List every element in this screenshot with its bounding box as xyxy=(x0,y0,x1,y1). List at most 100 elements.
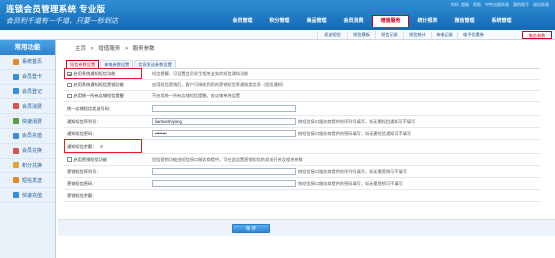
sidebar-item-label: 短信发送 xyxy=(22,177,43,184)
marketing-sms-password-input[interactable] xyxy=(152,180,296,187)
sidebar-item-quick-consume[interactable]: 快速消费 xyxy=(0,114,55,129)
toplink-account[interactable]: 我的账号 xyxy=(513,2,529,8)
notify-sms-password-input[interactable]: •••••••• xyxy=(152,130,296,137)
tab-message-params[interactable]: 信息发送参数设置 xyxy=(134,60,176,68)
form-row: 启用系统通知短信营销功能 启用短信营销后，客户可接收到您的营销短信等通知类信息（… xyxy=(64,80,540,91)
settings-tabs: 短信参数设置 来电参数设置 信息发送参数设置 xyxy=(66,60,177,68)
notify-sms-serial-input[interactable]: liantuoshiyong xyxy=(152,118,296,125)
breadcrumb-home[interactable]: 主页 xyxy=(75,46,86,52)
nav-points-management[interactable]: 积分管理 xyxy=(261,15,298,27)
sub-nav: 发送短信 短信模板 短信记录 短信统计 来电记录 电子优惠券 服务参数 xyxy=(0,30,555,40)
users-icon xyxy=(13,88,19,95)
sidebar-item-sms-send[interactable]: 短信发送 xyxy=(0,173,55,189)
notify-sms-password-label: 通知短信密码： xyxy=(67,130,97,136)
row-description: 按短信接口服务商提供的序列号填写，如无需短信通知可不填写 xyxy=(298,118,416,124)
sidebar-item-member-exchange[interactable]: 会员兑换 xyxy=(0,144,55,159)
toplink-greeting: 你好, 超级 xyxy=(450,2,469,7)
unified-store-reminder-option[interactable]: 启用统一所有店铺短信提醒 xyxy=(67,91,124,101)
subnav-sms-template[interactable]: 短信模板 xyxy=(347,31,375,39)
marketing-sms-serial-label: 营销短信序列号： xyxy=(67,168,101,174)
sidebar-item-member-register[interactable]: 会员登记 xyxy=(0,85,55,100)
row-description: 按短信接口服务商提供的密码填写，如无需短信通知可不填写 xyxy=(298,130,412,136)
subnav-send-sms[interactable]: 发送短信 xyxy=(317,31,347,39)
nav-goods-management[interactable]: 商品管理 xyxy=(298,15,335,27)
top-links: 你好, 超级 帮助 中性加盟系统 我的账号 退出系统 xyxy=(451,2,549,8)
highlight-box-enable-sms xyxy=(64,68,142,79)
gift-icon xyxy=(13,147,19,154)
sidebar-item-label: 快速消费 xyxy=(22,118,43,125)
form-row: 营销短信序列号： 按短信接口服务商提供的序列号填写，如无需营销可不填写 xyxy=(64,166,540,178)
sidebar-item-card-register[interactable]: 会员登卡 xyxy=(0,70,55,85)
sidebar-item-label: 会员登记 xyxy=(22,88,43,95)
sidebar-item-quick-recharge[interactable]: 快速充值 xyxy=(0,188,55,203)
enable-marketing-notify-option[interactable]: 启用系统通知短信营销功能 xyxy=(67,80,124,90)
card-icon xyxy=(13,132,19,139)
nav-wechat-management[interactable]: 微信管理 xyxy=(446,15,483,27)
sidebar-item-label: 会员登卡 xyxy=(22,74,43,81)
row-description: 启用短信营销后，客户可接收到您的营销短信等通知类信息（短信通知） xyxy=(152,82,287,87)
toplink-franchise[interactable]: 中性加盟系统 xyxy=(485,2,509,8)
marketing-sms-serial-input[interactable] xyxy=(152,168,296,175)
sidebar-title: 常用功能 xyxy=(0,40,55,55)
cart-icon xyxy=(13,103,19,110)
nav-member-management[interactable]: 会员管理 xyxy=(224,15,261,27)
unified-sms-number-input[interactable] xyxy=(152,105,296,112)
form-row: 启用统一所有店铺短信提醒 不启用统一所有店铺短信提醒，各店铺单独设置 xyxy=(64,91,540,102)
breadcrumb-section[interactable]: 增值服务 xyxy=(98,46,120,52)
sidebar-item-member-consume[interactable]: 会员消费 xyxy=(0,99,55,115)
sidebar: 常用功能 系统首页 会员登卡 会员登记 会员消费 快速消费 会员充值 会员兑换 … xyxy=(0,40,56,258)
unified-sms-number-label: 统一店铺短信发送号码： xyxy=(67,105,114,111)
sidebar-item-label: 会员兑换 xyxy=(22,148,43,155)
enable-marketing-sms-option[interactable]: 启用营销短信功能 xyxy=(67,154,107,165)
brand: 连锁会员管理系统 专业版 会员利千道有一千道、只要一秒到达 xyxy=(6,3,118,26)
app-header: 连锁会员管理系统 专业版 会员利千道有一千道、只要一秒到达 你好, 超级 帮助 … xyxy=(0,0,555,30)
enable-marketing-notify-checkbox[interactable] xyxy=(67,82,72,88)
subnav-sms-records[interactable]: 短信记录 xyxy=(375,31,403,39)
enable-marketing-sms-checkbox[interactable] xyxy=(67,157,72,162)
sms-icon xyxy=(13,177,19,184)
row-description: 按短信接口服务商提供的密码填写，如无需营销可不填写 xyxy=(298,180,403,186)
sidebar-item-member-recharge[interactable]: 会员充值 xyxy=(0,129,55,144)
row-description: 按短信接口服务商提供的序列号填写，如无需营销可不填写 xyxy=(298,168,407,174)
nav-system-management[interactable]: 系统管理 xyxy=(483,15,520,27)
form-footer xyxy=(58,219,555,236)
subnav-service-params[interactable]: 服务参数 xyxy=(522,31,552,39)
sidebar-item-label: 快速充值 xyxy=(22,192,43,199)
form-row: 启用营销短信功能 短信营销功能由短信接口服务商提供，可在此设置营销短信的发送开关… xyxy=(64,154,540,166)
nav-statistics-reports[interactable]: 统计报表 xyxy=(409,15,446,27)
sidebar-item-label: 系统首页 xyxy=(22,59,43,66)
nav-member-consumption[interactable]: 会员消费 xyxy=(335,15,372,27)
bolt-icon xyxy=(13,192,19,199)
form-row: 营销短信余额： xyxy=(64,190,540,202)
breadcrumb-sep: > xyxy=(90,46,94,52)
nav-value-added-services[interactable]: 增值服务 xyxy=(372,15,409,27)
unified-store-reminder-label: 启用统一所有店铺短信提醒 xyxy=(73,93,124,98)
subnav-e-coupons[interactable]: 电子优惠券 xyxy=(457,31,489,39)
tab-sms-params[interactable]: 短信参数设置 xyxy=(66,60,100,68)
enable-marketing-notify-label: 启用系统通知短信营销功能 xyxy=(73,82,124,87)
toplink-help[interactable]: 帮助 xyxy=(473,2,481,8)
subnav-sms-stats[interactable]: 短信统计 xyxy=(403,31,431,39)
marketing-sms-password-label: 营销短信密码： xyxy=(67,180,97,186)
breadcrumb-current: 服务参数 xyxy=(132,46,155,52)
toplink-logout[interactable]: 退出系统 xyxy=(533,2,549,8)
app-title: 连锁会员管理系统 专业版 xyxy=(6,4,106,14)
tab-call-params[interactable]: 来电参数设置 xyxy=(100,60,134,68)
sidebar-item-label: 会员充值 xyxy=(22,133,43,140)
unified-store-reminder-checkbox[interactable] xyxy=(67,93,72,99)
row-description: 短信提醒，可设置会员发生相关业务的短信通知功能 xyxy=(152,71,249,76)
subnav-call-records[interactable]: 来电记录 xyxy=(431,31,457,39)
notify-sms-serial-label: 通知短信序列号： xyxy=(67,118,101,124)
sidebar-item-label: 会员消费 xyxy=(22,103,43,110)
home-icon xyxy=(13,58,19,65)
sidebar-item-label: 积分兑换 xyxy=(22,162,43,169)
form-row: 营销短信密码： 按短信接口服务商提供的密码填写，如无需营销可不填写 xyxy=(64,178,540,190)
save-button[interactable]: 保 存 xyxy=(232,224,270,233)
highlight-box-sms-balance xyxy=(64,139,142,153)
sidebar-item-points-exchange[interactable]: 积分兑换 xyxy=(0,159,55,174)
sidebar-item-home[interactable]: 系统首页 xyxy=(0,55,55,70)
main-nav: 会员管理 积分管理 商品管理 会员消费 增值服务 统计报表 微信管理 系统管理 xyxy=(224,15,520,27)
enable-marketing-sms-label: 启用营销短信功能 xyxy=(73,156,108,162)
row-description: 不启用统一所有店铺短信提醒，各店铺单独设置 xyxy=(152,93,240,98)
lightning-icon xyxy=(13,118,19,125)
